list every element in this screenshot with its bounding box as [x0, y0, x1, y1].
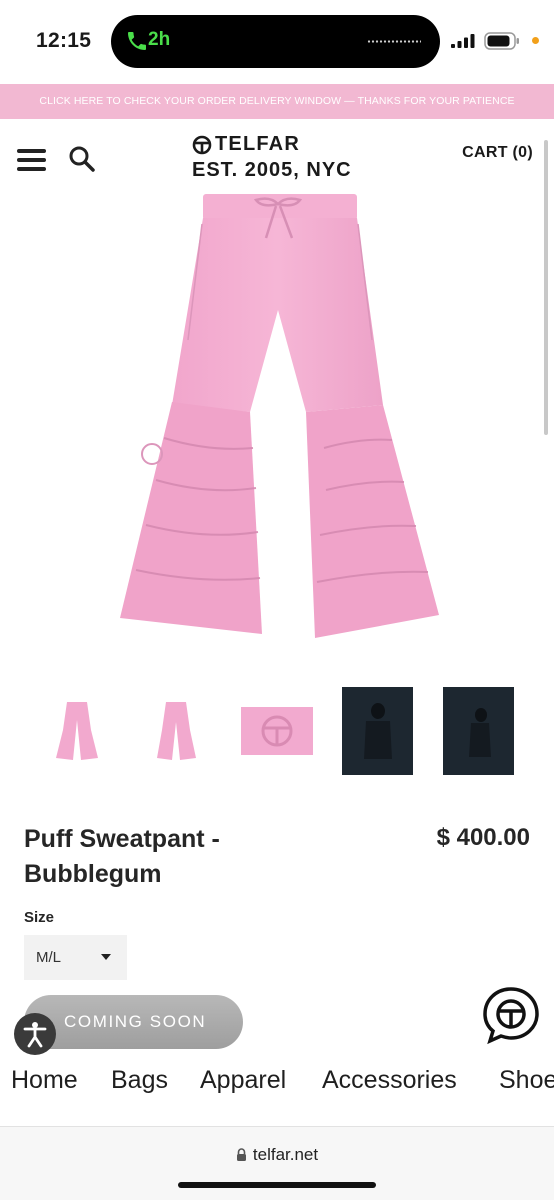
brand-tagline: EST. 2005, NYC [192, 159, 352, 181]
clock: 12:15 [36, 29, 92, 52]
chat-support-icon[interactable] [481, 985, 541, 1045]
signal-icon [451, 34, 475, 48]
announcement-banner[interactable]: CLICK HERE TO CHECK YOUR ORDER DELIVERY … [0, 84, 554, 119]
thumbnail-model-photo-1[interactable] [342, 687, 413, 775]
size-label: Size [24, 909, 55, 926]
home-indicator[interactable] [178, 1182, 376, 1188]
browser-address-bar: telfar.net [0, 1126, 554, 1200]
thumbnail-front-view[interactable] [41, 687, 113, 775]
dynamic-island[interactable]: 2h [111, 15, 440, 68]
site-header: TELFAR EST. 2005, NYC CART (0) [0, 119, 554, 187]
url-field[interactable]: telfar.net [0, 1145, 554, 1165]
model-photo-icon [363, 703, 392, 759]
cart-link[interactable]: CART (0) [462, 144, 533, 162]
url-text: telfar.net [252, 1145, 319, 1164]
thumbnail-side-view[interactable] [141, 687, 213, 775]
thumbnail-model-photo-2[interactable] [443, 687, 514, 775]
phone-call-icon [128, 32, 146, 50]
product-price: $ 400.00 [436, 824, 530, 851]
lock-icon [236, 1148, 246, 1161]
caret-down-icon [101, 954, 111, 960]
product-title: Puff Sweatpant - Bubblegum [24, 825, 220, 888]
product-main-image[interactable] [110, 190, 444, 645]
size-dropdown[interactable]: M/L [24, 935, 127, 980]
logo-detail-icon [241, 707, 313, 755]
nav-item-apparel[interactable]: Apparel [200, 1066, 286, 1095]
status-bar: 12:15 2h [0, 0, 554, 84]
hamburger-menu-icon[interactable] [17, 149, 46, 171]
call-duration: 2h [148, 29, 171, 50]
audio-waveform-icon [367, 40, 421, 43]
thumbnail-logo-detail[interactable] [241, 687, 313, 775]
brand-name: TELFAR [215, 133, 300, 155]
telfar-logo-icon [192, 135, 212, 154]
coming-soon-button[interactable]: COMING SOON [24, 995, 243, 1049]
brand-logo[interactable]: TELFAR EST. 2005, NYC [192, 133, 352, 182]
nav-item-accessories[interactable]: Accessories [322, 1066, 457, 1095]
nav-item-shoes[interactable]: Shoes [499, 1066, 554, 1095]
size-selected-value: M/L [36, 949, 62, 966]
sweatpant-icon [56, 702, 98, 760]
accessibility-icon[interactable] [14, 1013, 56, 1055]
thumbnail-strip [0, 687, 554, 777]
privacy-indicator-dot [532, 37, 539, 44]
model-photo-icon [468, 708, 491, 757]
nav-item-bags[interactable]: Bags [111, 1066, 168, 1095]
search-icon[interactable] [68, 145, 96, 173]
category-nav: Home Bags Apparel Accessories Shoes [0, 1062, 554, 1102]
scroll-indicator [544, 140, 548, 435]
sweatpant-icon [157, 702, 196, 760]
battery-icon [484, 32, 519, 50]
nav-item-home[interactable]: Home [11, 1066, 78, 1095]
accessibility-figure-icon [23, 1022, 47, 1048]
